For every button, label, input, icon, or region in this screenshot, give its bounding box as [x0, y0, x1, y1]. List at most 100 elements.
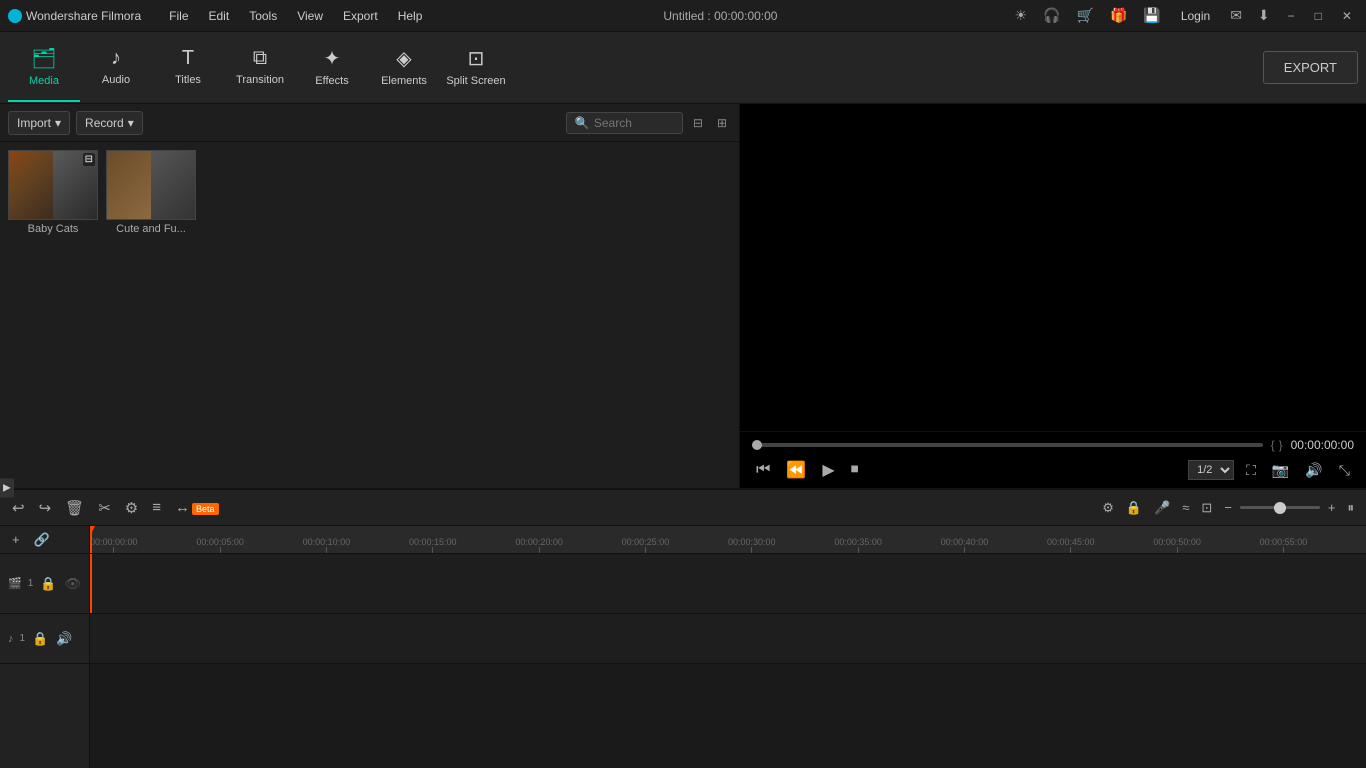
grid-view-button[interactable]: ⊞	[713, 114, 731, 132]
tool-media[interactable]: 🗂 Media	[8, 34, 80, 102]
menu-tools[interactable]: Tools	[241, 5, 285, 27]
ruler-tick-label: 00:00:50:00	[1153, 537, 1201, 547]
tool-effects[interactable]: ✦ Effects	[296, 34, 368, 102]
delete-button[interactable]: 🗑	[61, 497, 88, 519]
add-media-button[interactable]: +	[8, 530, 24, 549]
auto-normalize-button[interactable]: ≈	[1178, 498, 1193, 517]
menu-export[interactable]: Export	[335, 5, 386, 27]
volume-button[interactable]: 🔊	[1301, 460, 1326, 481]
record-chevron-icon: ▾	[128, 116, 134, 130]
headphones-icon[interactable]: 🎧	[1039, 5, 1064, 26]
stop-button[interactable]: ⏹	[847, 459, 863, 481]
snap-button[interactable]: ⚙	[1098, 498, 1118, 518]
snapshot-button[interactable]: 📷	[1268, 460, 1293, 481]
quality-select[interactable]: 1/2	[1188, 460, 1234, 480]
list-item[interactable]: Cute and Fu...	[106, 150, 196, 235]
media-grid: ⊟ Baby Cats Cute and Fu...	[0, 142, 739, 488]
progress-handle[interactable]	[752, 440, 762, 450]
audio-lock-button[interactable]: 🔒	[31, 630, 49, 648]
filter-icon: ⊟	[693, 116, 703, 130]
tool-elements[interactable]: ◈ Elements	[368, 34, 440, 102]
ruler-tick: 00:00:05:00	[196, 537, 244, 553]
app-name: Wondershare Filmora	[26, 9, 141, 23]
track-visibility-button[interactable]: 👁	[63, 575, 82, 593]
message-icon[interactable]: ✉	[1226, 5, 1246, 26]
scissors-button[interactable]: ✂	[94, 497, 115, 519]
video-track-content	[90, 554, 1366, 614]
import-button[interactable]: Import ▾	[8, 111, 70, 135]
list-item[interactable]: ⊟ Baby Cats	[8, 150, 98, 235]
frame-back-button[interactable]: ⏪	[782, 458, 810, 482]
tool-effects-label: Effects	[315, 75, 348, 87]
titles-icon: T	[182, 47, 194, 70]
tool-audio[interactable]: ♪ Audio	[80, 34, 152, 102]
track-labels: + 🔗 🎬 1 🔒 👁 ♪ 1 🔒 🔊	[0, 526, 90, 768]
search-input[interactable]	[594, 116, 674, 130]
ruler-tick: 00:00:10:00	[303, 537, 351, 553]
mic-button[interactable]: 🎤	[1150, 498, 1174, 518]
pip-button[interactable]: ⤡	[1335, 460, 1354, 481]
download-icon[interactable]: ⬇	[1254, 5, 1274, 26]
minimize-button[interactable]: −	[1282, 7, 1301, 25]
sun-icon[interactable]: ☀	[1011, 5, 1032, 26]
timecode: 00:00:00:00	[1291, 438, 1354, 452]
link-button[interactable]: 🔗	[30, 530, 54, 550]
add-media-bar: + 🔗	[0, 526, 89, 554]
app-logo	[8, 9, 22, 23]
record-button[interactable]: Record ▾	[76, 111, 143, 135]
lock-button[interactable]: 🔒	[1122, 498, 1146, 518]
tool-split-screen[interactable]: ⊡ Split Screen	[440, 34, 512, 102]
redo-button[interactable]: ↪	[35, 497, 56, 519]
undo-button[interactable]: ↩	[8, 497, 29, 519]
ruler-tick: 00:00:50:00	[1153, 537, 1201, 553]
track-lock-button[interactable]: 🔒	[39, 575, 57, 593]
menu-view[interactable]: View	[289, 5, 331, 27]
ruler-tick: 00:00:20:00	[515, 537, 563, 553]
close-button[interactable]: ✕	[1336, 7, 1358, 25]
filter-button[interactable]: ⊟	[689, 114, 707, 132]
transform-button[interactable]: ⊡	[1197, 498, 1216, 518]
toolbar: 🗂 Media ♪ Audio T Titles ⧉ Transition ✦ …	[0, 32, 1366, 104]
ruler-tick-label: 00:00:45:00	[1047, 537, 1095, 547]
play-button[interactable]: ▶	[818, 458, 838, 482]
tool-titles[interactable]: T Titles	[152, 34, 224, 102]
media-thumbnail	[106, 150, 196, 220]
left-panel: Import ▾ Record ▾ 🔍 ⊟ ⊞	[0, 104, 740, 488]
right-bracket: }	[1279, 438, 1283, 452]
audio-icon: ♪	[111, 47, 121, 70]
title-bar-left: Wondershare Filmora File Edit Tools View…	[8, 5, 430, 27]
cart-icon[interactable]: 🛒	[1073, 5, 1098, 26]
zoom-out-button[interactable]: −	[1220, 498, 1236, 517]
collapse-panel-button[interactable]: ▶	[0, 479, 14, 498]
ruler: 00:00:00:0000:00:05:0000:00:10:0000:00:1…	[90, 526, 1366, 554]
menu-help[interactable]: Help	[390, 5, 431, 27]
tool-transition-label: Transition	[236, 74, 284, 86]
pause-timeline-button[interactable]: ⏸	[1344, 498, 1359, 518]
timeline-content: 00:00:00:0000:00:05:0000:00:10:0000:00:1…	[90, 526, 1366, 768]
playhead-marker	[90, 526, 95, 536]
import-chevron-icon: ▾	[55, 116, 61, 130]
step-back-button[interactable]: ⏮	[752, 459, 774, 481]
menu-file[interactable]: File	[161, 5, 196, 27]
audio-stretch-button[interactable]: ↔Beta	[171, 497, 223, 518]
fullscreen-preview-button[interactable]: ⛶	[1242, 460, 1260, 481]
gift-icon[interactable]: 🎁	[1106, 5, 1131, 26]
zoom-slider[interactable]	[1240, 506, 1320, 509]
ruler-tick-label: 00:00:15:00	[409, 537, 457, 547]
ruler-tick-line	[113, 547, 114, 553]
save-icon[interactable]: 💾	[1139, 5, 1164, 26]
tool-transition[interactable]: ⧉ Transition	[224, 34, 296, 102]
audio-mute-button[interactable]: 🔊	[55, 630, 73, 648]
progress-bar[interactable]	[752, 443, 1263, 447]
track-label-audio: ♪ 1 🔒 🔊	[0, 614, 89, 664]
export-button[interactable]: EXPORT	[1263, 51, 1358, 84]
ripple-button[interactable]: ≡	[148, 497, 165, 518]
menu-edit[interactable]: Edit	[201, 5, 238, 27]
login-button[interactable]: Login	[1173, 7, 1218, 25]
playback-controls: ⏮ ⏪ ▶ ⏹ 1/2 ⛶ 📷 🔊 ⤡	[752, 458, 1354, 482]
zoom-in-button[interactable]: +	[1324, 498, 1340, 517]
settings-button[interactable]: ⚙	[121, 497, 142, 519]
tool-titles-label: Titles	[175, 74, 201, 86]
ruler-tick: 00:00:25:00	[622, 537, 670, 553]
maximize-button[interactable]: □	[1309, 7, 1328, 25]
